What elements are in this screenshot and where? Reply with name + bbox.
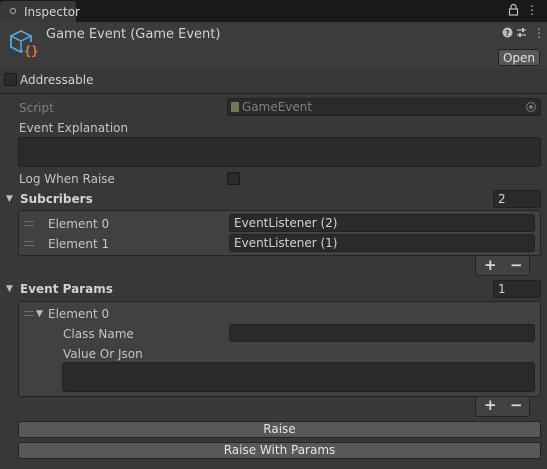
list-item: Element 1	[48, 237, 110, 251]
drag-handle-icon[interactable]	[24, 241, 34, 246]
log-when-raise-checkbox[interactable]	[227, 172, 240, 185]
add-param-button[interactable]: +	[484, 398, 497, 413]
tab-bar	[0, 0, 547, 22]
open-button[interactable]: Open	[498, 49, 540, 66]
subscribers-foldout[interactable]: Subcribers	[20, 192, 93, 206]
class-name-label: Class Name	[63, 327, 134, 341]
list-item: Element 0	[48, 217, 110, 231]
inspector-icon	[10, 8, 16, 14]
subscriber-field-1[interactable]: EventListener (1)	[229, 234, 535, 252]
addressable-label: Addressable	[20, 73, 94, 87]
drag-handle-icon[interactable]	[24, 311, 34, 316]
more-options-icon[interactable]: ⋮	[533, 26, 545, 40]
more-options-icon[interactable]: ⋮	[526, 3, 538, 17]
raise-with-params-button[interactable]: Raise With Params	[18, 442, 541, 459]
event-explanation-textarea[interactable]	[18, 137, 541, 167]
script-label: Script	[19, 101, 54, 115]
subscriber-field-0[interactable]: EventListener (2)	[229, 214, 535, 232]
scriptable-object-icon: {}	[9, 29, 39, 62]
svg-text:{}: {}	[24, 44, 38, 58]
script-field: GameEvent	[227, 98, 541, 116]
value-or-json-textarea[interactable]	[62, 362, 535, 392]
script-icon	[231, 102, 239, 112]
object-picker-icon[interactable]	[526, 102, 536, 112]
drag-handle-icon[interactable]	[24, 221, 34, 226]
class-name-field[interactable]	[229, 324, 535, 342]
raise-button[interactable]: Raise	[18, 421, 541, 438]
svg-text:?: ?	[505, 29, 510, 38]
value-or-json-label: Value Or Json	[63, 347, 143, 361]
foldout-arrow-icon[interactable]: ▼	[36, 309, 43, 319]
log-when-raise-label: Log When Raise	[19, 172, 115, 186]
preset-icon[interactable]	[516, 27, 527, 41]
add-subscriber-button[interactable]: +	[484, 258, 497, 273]
foldout-arrow-icon[interactable]: ▼	[6, 284, 13, 294]
addressable-checkbox[interactable]	[4, 73, 17, 86]
foldout-arrow-icon[interactable]: ▼	[6, 194, 13, 204]
remove-param-button[interactable]: −	[510, 398, 523, 413]
script-value: GameEvent	[242, 100, 313, 114]
remove-subscriber-button[interactable]: −	[510, 258, 523, 273]
help-icon[interactable]: ?	[502, 27, 513, 41]
event-params-foldout[interactable]: Event Params	[20, 282, 113, 296]
page-title: Game Event (Game Event)	[46, 27, 221, 42]
event-params-size-input[interactable]: 1	[493, 280, 541, 298]
event-explanation-label: Event Explanation	[19, 121, 129, 135]
divider	[0, 93, 547, 94]
list-item[interactable]: Element 0	[48, 307, 109, 321]
lock-icon[interactable]	[508, 3, 519, 19]
tab-label: Inspector	[24, 5, 80, 19]
subscribers-size-input[interactable]: 2	[493, 190, 541, 208]
